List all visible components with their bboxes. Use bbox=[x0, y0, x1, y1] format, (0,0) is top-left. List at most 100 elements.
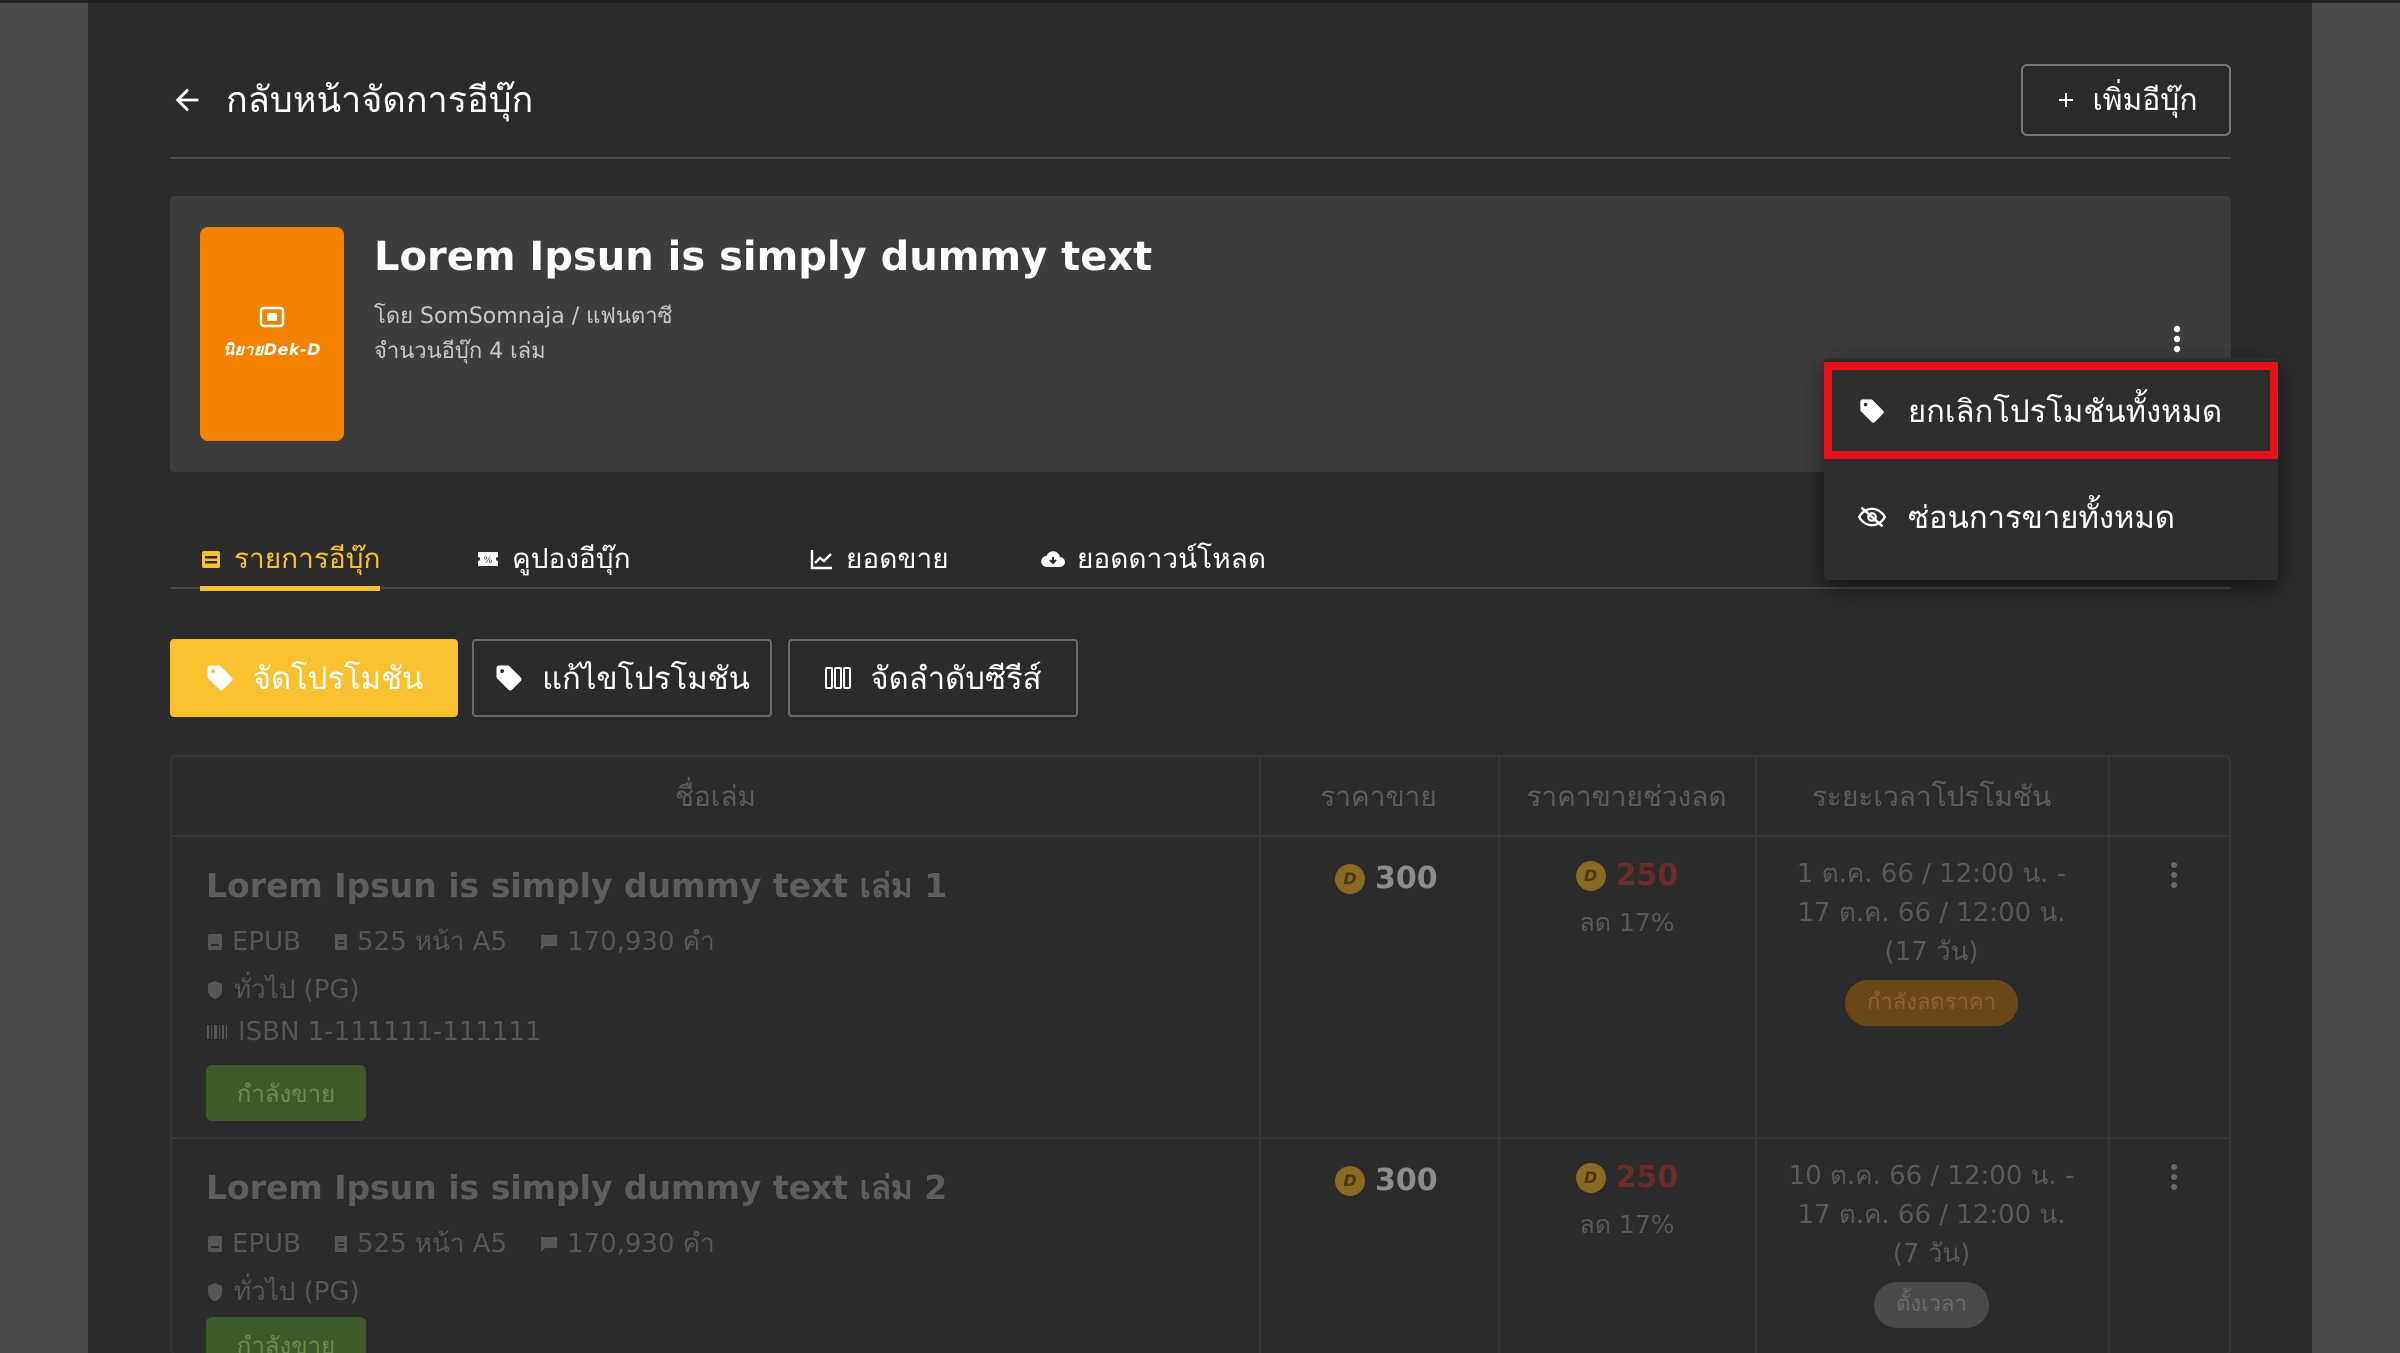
plus-icon bbox=[2059, 93, 2074, 107]
coin-icon: D bbox=[1335, 863, 1365, 894]
tab-label: ยอดดาวน์โหลด bbox=[1077, 542, 1267, 575]
main-page: กลับหน้าจัดการอีบุ๊ก เพิ่มอีบุ๊ก นิยายDe… bbox=[88, 3, 2312, 1353]
shield-icon bbox=[208, 980, 222, 999]
tag-icon bbox=[1860, 398, 1884, 423]
price-value: 300 bbox=[1375, 1163, 1438, 1198]
status-badge: กำลังขาย bbox=[206, 1317, 366, 1353]
status-badge: กำลังขาย bbox=[206, 1065, 366, 1121]
format-text: EPUB bbox=[232, 1228, 301, 1259]
promo-period-cell: 1 ต.ค. 66 / 12:00 น. - 17 ต.ค. 66 / 12:0… bbox=[1755, 855, 2108, 1026]
table-header: ชื่อเล่ม ราคาขาย ราคาขายช่วงลด ระยะเวลาโ… bbox=[172, 757, 2229, 837]
pages-text: 525 หน้า A5 bbox=[356, 927, 507, 957]
cancel-all-promos-item[interactable]: ยกเลิกโปรโมชันทั้งหมด bbox=[1824, 362, 2278, 459]
table-row: Lorem Ipsun is simply dummy text เล่ม 2 … bbox=[172, 1139, 2229, 1353]
pages-chip: 525 หน้า A5 bbox=[333, 921, 507, 962]
sale-price-value: 250 bbox=[1615, 1160, 1679, 1195]
comment-icon bbox=[540, 934, 557, 950]
arrow-left-icon bbox=[175, 88, 199, 111]
tag-icon bbox=[496, 665, 522, 691]
period-start: 10 ต.ค. 66 / 12:00 น. - bbox=[1788, 1161, 2075, 1191]
svg-text:%: % bbox=[484, 556, 493, 566]
coin-icon: D bbox=[1335, 1165, 1365, 1196]
more-options-icon[interactable] bbox=[2171, 324, 2183, 358]
book-cover: นิยายDek-D bbox=[200, 227, 344, 441]
book-stack-icon bbox=[202, 551, 220, 568]
row-specs: EPUB 525 หน้า A5 170,930 คำ bbox=[206, 1223, 737, 1264]
row-more-icon[interactable] bbox=[2169, 1163, 2179, 1197]
tab-ebook-list[interactable]: รายการอีบุ๊ก bbox=[200, 529, 381, 591]
sort-series-label: จัดลำดับซีรีส์ bbox=[870, 661, 1042, 697]
book-count: จำนวนอีบุ๊ก 4 เล่ม bbox=[374, 339, 546, 364]
promo-period-cell: 10 ต.ค. 66 / 12:00 น. - 17 ต.ค. 66 / 12:… bbox=[1755, 1157, 2108, 1328]
book-meta: โดย SomSomnaja / แฟนตาซี จำนวนอีบุ๊ก 4 เ… bbox=[374, 299, 672, 369]
comment-icon bbox=[540, 1236, 557, 1252]
discount-text: ลด 17% bbox=[1579, 1210, 1675, 1239]
price-cell: D 300 bbox=[1335, 861, 1438, 896]
period-end: 17 ต.ค. 66 / 12:00 น. bbox=[1797, 898, 2066, 928]
add-ebook-button[interactable]: เพิ่มอีบุ๊ก bbox=[2021, 64, 2231, 136]
sale-price-cell: D 250 ลด 17% bbox=[1572, 1160, 1682, 1245]
sale-price: D 250 bbox=[1575, 1160, 1679, 1195]
book-icon bbox=[208, 933, 222, 950]
sale-price: D 250 bbox=[1575, 858, 1679, 893]
row-more-icon[interactable] bbox=[2169, 861, 2179, 895]
dekd-logo-icon bbox=[259, 306, 285, 327]
column-header-sale-price: ราคาขายช่วงลด bbox=[1526, 780, 1727, 813]
add-ebook-label: เพิ่มอีบุ๊ก bbox=[2092, 82, 2198, 118]
words-text: 170,930 คำ bbox=[566, 927, 715, 957]
format-chip: EPUB bbox=[206, 927, 301, 957]
format-chip: EPUB bbox=[206, 1229, 301, 1259]
period-duration: (7 วัน) bbox=[1892, 1239, 1971, 1269]
table-row: Lorem Ipsun is simply dummy text เล่ม 1 … bbox=[172, 837, 2229, 1139]
book-byline: โดย SomSomnaja / แฟนตาซี bbox=[374, 304, 673, 329]
discount-text: ลด 17% bbox=[1579, 908, 1675, 937]
book-icon bbox=[208, 1235, 222, 1252]
row-rating: ทั่วไป (PG) bbox=[206, 1271, 360, 1312]
tag-icon bbox=[207, 665, 233, 691]
tab-downloads[interactable]: ยอดดาวน์โหลด bbox=[1041, 529, 1266, 589]
isbn-text: ISBN 1-111111-111111 bbox=[238, 1017, 542, 1047]
words-chip: 170,930 คำ bbox=[539, 1223, 715, 1264]
pages-chip: 525 หน้า A5 bbox=[333, 1223, 507, 1264]
coupon-icon: % bbox=[478, 552, 498, 566]
row-specs: EPUB 525 หน้า A5 170,930 คำ bbox=[206, 921, 737, 962]
tab-label: ยอดขาย bbox=[846, 542, 949, 575]
period-end: 17 ต.ค. 66 / 12:00 น. bbox=[1797, 1200, 2066, 1230]
hide-all-sales-item[interactable]: ซ่อนการขายทั้งหมด bbox=[1824, 468, 2278, 565]
edit-promo-button[interactable]: แก้ไขโปรโมชัน bbox=[472, 639, 772, 717]
row-isbn: ISBN 1-111111-111111 bbox=[206, 1017, 542, 1047]
edit-promo-label: แก้ไขโปรโมชัน bbox=[542, 661, 750, 697]
create-promo-button[interactable]: จัดโปรโมชัน bbox=[170, 639, 458, 717]
sale-price-value: 250 bbox=[1615, 858, 1679, 893]
row-rating: ทั่วไป (PG) bbox=[206, 969, 360, 1010]
sort-series-button[interactable]: จัดลำดับซีรีส์ bbox=[788, 639, 1078, 717]
price-value: 300 bbox=[1375, 861, 1438, 896]
price-cell: D 300 bbox=[1335, 1163, 1438, 1198]
cancel-all-promos-label: ยกเลิกโปรโมชันทั้งหมด bbox=[1908, 393, 2223, 430]
period-start: 1 ต.ค. 66 / 12:00 น. - bbox=[1796, 859, 2067, 889]
column-header-price: ราคาขาย bbox=[1320, 780, 1437, 813]
words-chip: 170,930 คำ bbox=[539, 921, 715, 962]
create-promo-label: จัดโปรโมชัน bbox=[252, 661, 424, 697]
rating-text: ทั่วไป (PG) bbox=[234, 975, 360, 1005]
page-icon bbox=[334, 933, 347, 950]
back-label: กลับหน้าจัดการอีบุ๊ก bbox=[226, 80, 534, 121]
row-title: Lorem Ipsun is simply dummy text เล่ม 1 bbox=[206, 866, 948, 905]
book-title: Lorem Ipsun is simply dummy text bbox=[374, 234, 1153, 280]
barcode-icon bbox=[207, 1025, 227, 1039]
column-header-promo-period: ระยะเวลาโปรโมชัน bbox=[1811, 780, 2052, 813]
page-header: กลับหน้าจัดการอีบุ๊ก เพิ่มอีบุ๊ก bbox=[170, 3, 2231, 159]
coin-icon: D bbox=[1575, 1162, 1606, 1193]
pages-text: 525 หน้า A5 bbox=[356, 1229, 507, 1259]
more-options-menu: ยกเลิกโปรโมชันทั้งหมด ซ่อนการขายทั้งหมด bbox=[1824, 358, 2278, 580]
tab-ebook-coupon[interactable]: % คูปองอีบุ๊ก bbox=[476, 529, 631, 589]
tab-sales[interactable]: ยอดขาย bbox=[810, 529, 949, 589]
column-header-title: ชื่อเล่ม bbox=[674, 780, 756, 813]
cloud-download-icon bbox=[1041, 551, 1065, 568]
words-text: 170,930 คำ bbox=[566, 1229, 715, 1259]
format-text: EPUB bbox=[232, 926, 301, 957]
promo-status-badge: ตั้งเวลา bbox=[1874, 1282, 1989, 1328]
back-link[interactable]: กลับหน้าจัดการอีบุ๊ก bbox=[170, 71, 533, 128]
promo-status-badge: กำลังลดราคา bbox=[1845, 980, 2018, 1026]
hide-all-sales-label: ซ่อนการขายทั้งหมด bbox=[1908, 499, 2176, 536]
